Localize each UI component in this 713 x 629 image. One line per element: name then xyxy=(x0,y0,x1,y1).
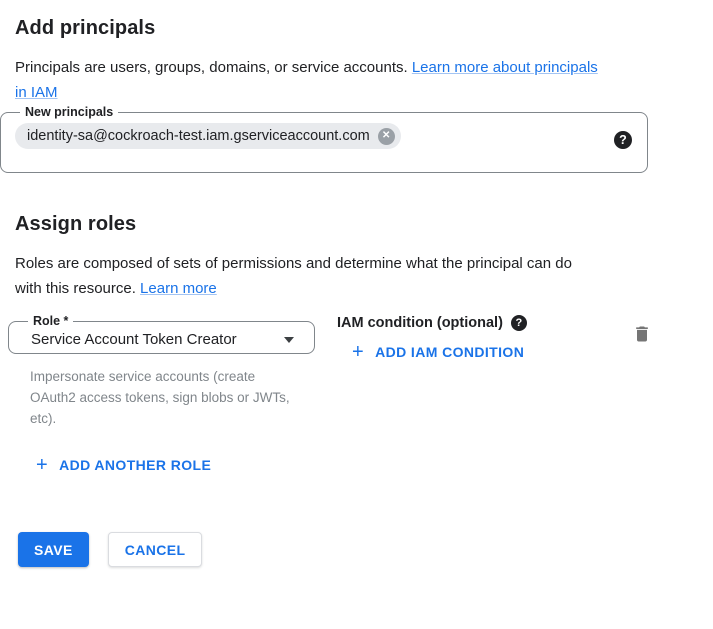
delete-role-button[interactable] xyxy=(632,324,652,344)
page-title: Add principals xyxy=(0,0,713,40)
roles-description-line1: Roles are composed of sets of permission… xyxy=(15,255,572,272)
iam-condition-label-row: IAM condition (optional) ? xyxy=(337,315,527,331)
add-iam-condition-label: ADD IAM CONDITION xyxy=(375,344,524,360)
iam-condition-label: IAM condition (optional) xyxy=(337,315,503,331)
add-another-role-button[interactable]: + ADD ANOTHER ROLE xyxy=(36,457,211,473)
action-buttons: SAVE CANCEL xyxy=(18,532,713,567)
new-principals-label: New principals xyxy=(20,105,118,119)
role-assignment-row: Role * Service Account Token Creator Imp… xyxy=(8,314,713,429)
new-principals-help-icon[interactable]: ? xyxy=(614,131,632,149)
delete-role-column xyxy=(632,314,652,349)
roles-learn-more-link[interactable]: Learn more xyxy=(140,280,217,297)
learn-more-principals-link-line2: in IAM xyxy=(15,84,58,101)
plus-icon: + xyxy=(36,457,48,473)
add-iam-condition-button[interactable]: + ADD IAM CONDITION xyxy=(352,344,524,360)
role-label: Role * xyxy=(28,314,73,328)
trash-icon xyxy=(632,324,652,344)
role-helper-text: Impersonate service accounts (create OAu… xyxy=(30,366,302,429)
principals-description-text: Principals are users, groups, domains, o… xyxy=(15,59,412,76)
iam-condition-help-icon[interactable]: ? xyxy=(511,315,527,331)
principal-chip-text: identity-sa@cockroach-test.iam.gservicea… xyxy=(27,128,370,144)
role-selected-value: Service Account Token Creator xyxy=(31,331,237,348)
add-principals-panel: Add principals Principals are users, gro… xyxy=(0,0,713,567)
dropdown-arrow-icon xyxy=(284,337,294,343)
roles-description-line2: with this resource. xyxy=(15,280,140,297)
role-column: Role * Service Account Token Creator Imp… xyxy=(8,314,315,429)
plus-icon: + xyxy=(352,344,364,360)
chip-remove-icon[interactable]: ✕ xyxy=(378,128,395,145)
add-another-role-label: ADD ANOTHER ROLE xyxy=(59,457,211,473)
principal-chip[interactable]: identity-sa@cockroach-test.iam.gservicea… xyxy=(15,123,401,149)
role-select[interactable]: Role * Service Account Token Creator xyxy=(8,314,315,354)
assign-roles-title: Assign roles xyxy=(15,213,713,236)
principals-description: Principals are users, groups, domains, o… xyxy=(15,55,665,105)
save-button[interactable]: SAVE xyxy=(18,532,89,567)
cancel-button[interactable]: CANCEL xyxy=(108,532,203,567)
new-principals-field[interactable]: New principals identity-sa@cockroach-tes… xyxy=(0,105,648,173)
iam-condition-column: IAM condition (optional) ? + ADD IAM CON… xyxy=(337,314,527,363)
roles-description: Roles are composed of sets of permission… xyxy=(15,251,665,301)
role-select-inner[interactable]: Service Account Token Creator xyxy=(21,328,302,348)
learn-more-principals-link-line1: Learn more about principals xyxy=(412,59,598,76)
